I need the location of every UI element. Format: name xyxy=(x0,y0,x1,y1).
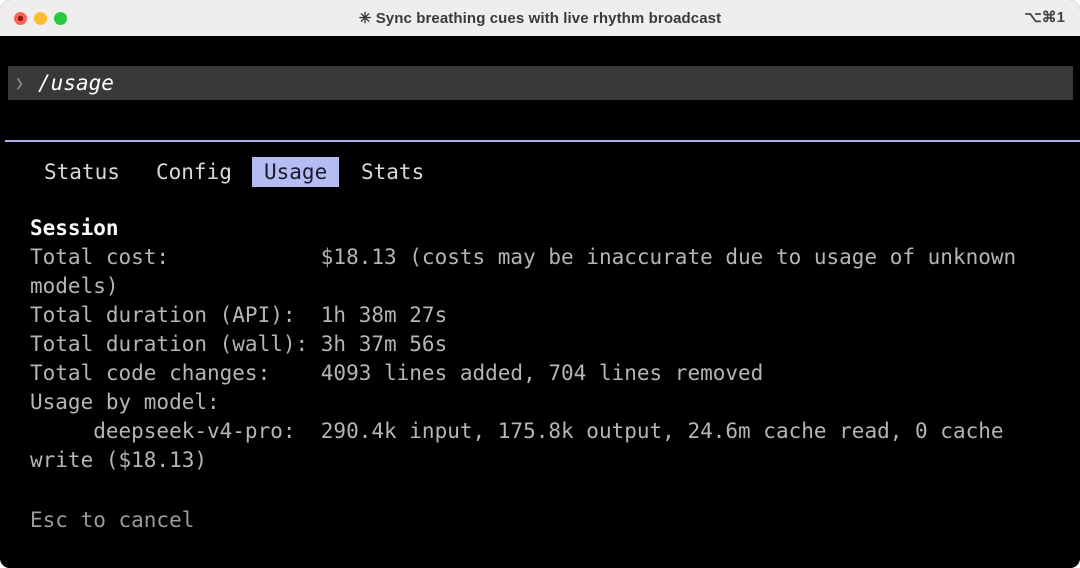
zoom-button[interactable] xyxy=(54,12,67,25)
tab-usage[interactable]: Usage xyxy=(252,157,339,187)
minimize-button[interactable] xyxy=(34,12,47,25)
window-title: ✳ Sync breathing cues with live rhythm b… xyxy=(359,9,721,27)
terminal-content: ❯ /usage Status Config Usage Stats Sessi… xyxy=(0,36,1080,568)
terminal-window: ✳ Sync breathing cues with live rhythm b… xyxy=(0,0,1080,568)
traffic-lights xyxy=(14,0,67,36)
section-divider xyxy=(5,140,1080,142)
tab-stats[interactable]: Stats xyxy=(361,157,424,187)
titlebar: ✳ Sync breathing cues with live rhythm b… xyxy=(0,0,1080,37)
usage-report: Session Total cost: $18.13 (costs may be… xyxy=(30,214,1070,475)
esc-hint: Esc to cancel xyxy=(30,506,194,535)
command-text: /usage xyxy=(38,69,114,98)
tab-bar: Status Config Usage Stats xyxy=(0,157,1080,187)
session-stats-text: Total cost: $18.13 (costs may be inaccur… xyxy=(30,243,1070,475)
close-button[interactable] xyxy=(14,12,27,25)
session-heading: Session xyxy=(30,214,1070,243)
tab-config[interactable]: Config xyxy=(156,157,232,187)
window-shortcut-hint: ⌥⌘1 xyxy=(1024,0,1065,36)
command-input[interactable]: ❯ /usage xyxy=(8,66,1073,100)
tab-status[interactable]: Status xyxy=(44,157,120,187)
prompt-chevron-icon: ❯ xyxy=(15,69,24,98)
